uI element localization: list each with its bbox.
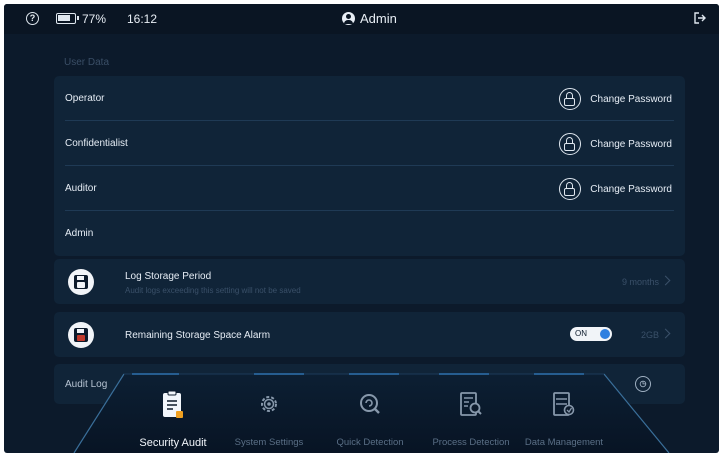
lock-icon: [559, 178, 582, 200]
log-storage-period-setting[interactable]: Log Storage Period Audit logs exceeding …: [54, 259, 685, 304]
nav-label: Process Detection: [432, 437, 510, 448]
logout-icon[interactable]: [693, 11, 707, 25]
nav-system-settings[interactable]: System Settings: [221, 336, 317, 453]
lock-icon: [559, 133, 582, 155]
user-row-auditor: Auditor Change Password: [54, 166, 685, 211]
nav-label: Data Management: [524, 437, 604, 448]
app-screen: ? 77% 16:12 Admin User Data Operator Cha…: [4, 4, 719, 453]
change-password-label: Change Password: [590, 183, 672, 195]
gear-icon: [261, 396, 277, 412]
floppy-disk-icon: [68, 269, 94, 295]
nav-label: Quick Detection: [336, 437, 404, 448]
log-storage-period-value: 9 months: [621, 277, 659, 287]
process-scan-icon: [460, 392, 482, 416]
status-bar: ? 77% 16:12 Admin: [4, 4, 719, 34]
data-management-icon: [553, 392, 575, 416]
change-password-label: Change Password: [590, 93, 672, 105]
battery-icon: [56, 13, 79, 24]
nav-label: System Settings: [234, 437, 304, 448]
current-user-name: Admin: [360, 11, 397, 26]
user-row-admin: Admin: [54, 211, 685, 256]
nav-data-management[interactable]: Data Management: [516, 336, 612, 453]
bottom-navigation: Security Audit System Settings Quick Det…: [4, 336, 719, 453]
help-icon[interactable]: ?: [26, 12, 39, 25]
nav-security-audit[interactable]: Security Audit: [125, 336, 221, 453]
user-name: Admin: [65, 228, 94, 239]
chevron-right-icon: [660, 275, 671, 286]
user-data-panel: Operator Change Password Confidentialist…: [54, 76, 685, 256]
clipboard-icon: [163, 390, 183, 418]
current-user: Admin: [342, 11, 397, 26]
nav-label: Security Audit: [139, 437, 207, 449]
user-icon: [342, 12, 355, 25]
nav-process-detection[interactable]: Process Detection: [423, 336, 519, 453]
quick-scan-icon: [360, 394, 380, 414]
change-password-label: Change Password: [590, 138, 672, 150]
user-row-confidentialist: Confidentialist Change Password: [54, 121, 685, 166]
change-password-button-operator[interactable]: Change Password: [559, 87, 672, 111]
battery-percent: 77%: [82, 12, 107, 26]
user-name: Confidentialist: [65, 138, 128, 149]
change-password-button-auditor[interactable]: Change Password: [559, 177, 672, 201]
clock-time: 16:12: [127, 12, 158, 26]
change-password-button-confidentialist[interactable]: Change Password: [559, 132, 672, 156]
user-name: Operator: [65, 93, 105, 104]
user-name: Auditor: [65, 183, 97, 194]
lock-icon: [559, 88, 582, 110]
user-row-operator: Operator Change Password: [54, 76, 685, 121]
section-label-user-data: User Data: [64, 57, 110, 68]
log-storage-period-title: Log Storage Period: [125, 271, 212, 282]
nav-quick-detection[interactable]: Quick Detection: [322, 336, 418, 453]
log-storage-period-subtitle: Audit logs exceeding this setting will n…: [125, 286, 301, 295]
